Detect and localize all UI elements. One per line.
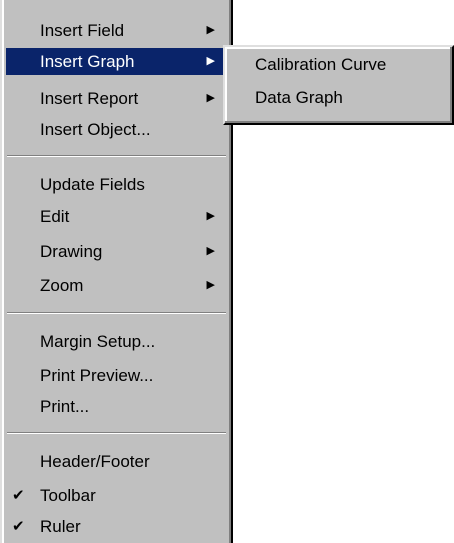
menu-item-insert-graph[interactable]: Insert Graph ▶ xyxy=(6,48,227,75)
menu-item-label: Data Graph xyxy=(255,88,343,107)
menu-item-label: Insert Field xyxy=(40,21,125,40)
menu-item-label: Insert Object... xyxy=(40,120,151,139)
menu-item-label: Toolbar xyxy=(40,486,96,505)
checkmark-icon: ✔ xyxy=(12,518,25,535)
menu-item-label: Ruler xyxy=(40,517,81,536)
submenu-item-calibration-curve[interactable]: Calibration Curve xyxy=(228,51,449,78)
menu-item-toolbar[interactable]: ✔ Toolbar xyxy=(6,482,227,509)
submenu-arrow-icon: ▶ xyxy=(206,24,215,36)
menu-item-insert-object[interactable]: Insert Object... xyxy=(6,116,227,143)
menu-item-label: Print... xyxy=(40,397,90,416)
menu-item-insert-field[interactable]: Insert Field ▶ xyxy=(6,17,227,44)
menu-separator xyxy=(7,312,226,314)
menu-item-label: Insert Report xyxy=(40,89,139,108)
menu-item-label: Print Preview... xyxy=(40,366,154,385)
menu-item-print[interactable]: Print... xyxy=(6,393,227,420)
checkmark-icon: ✔ xyxy=(12,487,25,504)
menu-item-label: Update Fields xyxy=(40,175,145,194)
menu-item-label: Header/Footer xyxy=(40,452,150,471)
menu-separator xyxy=(7,155,226,157)
menu-item-label: Calibration Curve xyxy=(255,55,387,74)
menu-item-insert-report[interactable]: Insert Report ▶ xyxy=(6,85,227,112)
submenu-arrow-icon: ▶ xyxy=(206,210,215,222)
submenu-arrow-icon: ▶ xyxy=(206,245,215,257)
menu-item-edit[interactable]: Edit ▶ xyxy=(6,203,227,230)
menu-item-label: Insert Graph xyxy=(40,52,135,71)
submenu-item-data-graph[interactable]: Data Graph xyxy=(228,84,449,111)
submenu-arrow-icon: ▶ xyxy=(206,279,215,291)
menu-item-ruler[interactable]: ✔ Ruler xyxy=(6,513,227,540)
submenu-arrow-icon: ▶ xyxy=(206,55,215,67)
context-menu: Insert Field ▶ Insert Graph ▶ Insert Rep… xyxy=(0,0,233,543)
menu-item-header-footer[interactable]: Header/Footer xyxy=(6,448,227,475)
menu-item-print-preview[interactable]: Print Preview... xyxy=(6,362,227,389)
menu-item-label: Margin Setup... xyxy=(40,332,156,351)
menu-item-update-fields[interactable]: Update Fields xyxy=(6,171,227,198)
menu-item-label: Zoom xyxy=(40,276,84,295)
menu-item-label: Edit xyxy=(40,207,70,226)
insert-graph-submenu: Calibration Curve Data Graph xyxy=(223,45,454,125)
menu-item-label: Drawing xyxy=(40,242,103,261)
menu-item-drawing[interactable]: Drawing ▶ xyxy=(6,238,227,265)
menu-separator xyxy=(7,432,226,434)
menu-item-zoom[interactable]: Zoom ▶ xyxy=(6,272,227,299)
submenu-arrow-icon: ▶ xyxy=(206,92,215,104)
menu-item-margin-setup[interactable]: Margin Setup... xyxy=(6,328,227,355)
